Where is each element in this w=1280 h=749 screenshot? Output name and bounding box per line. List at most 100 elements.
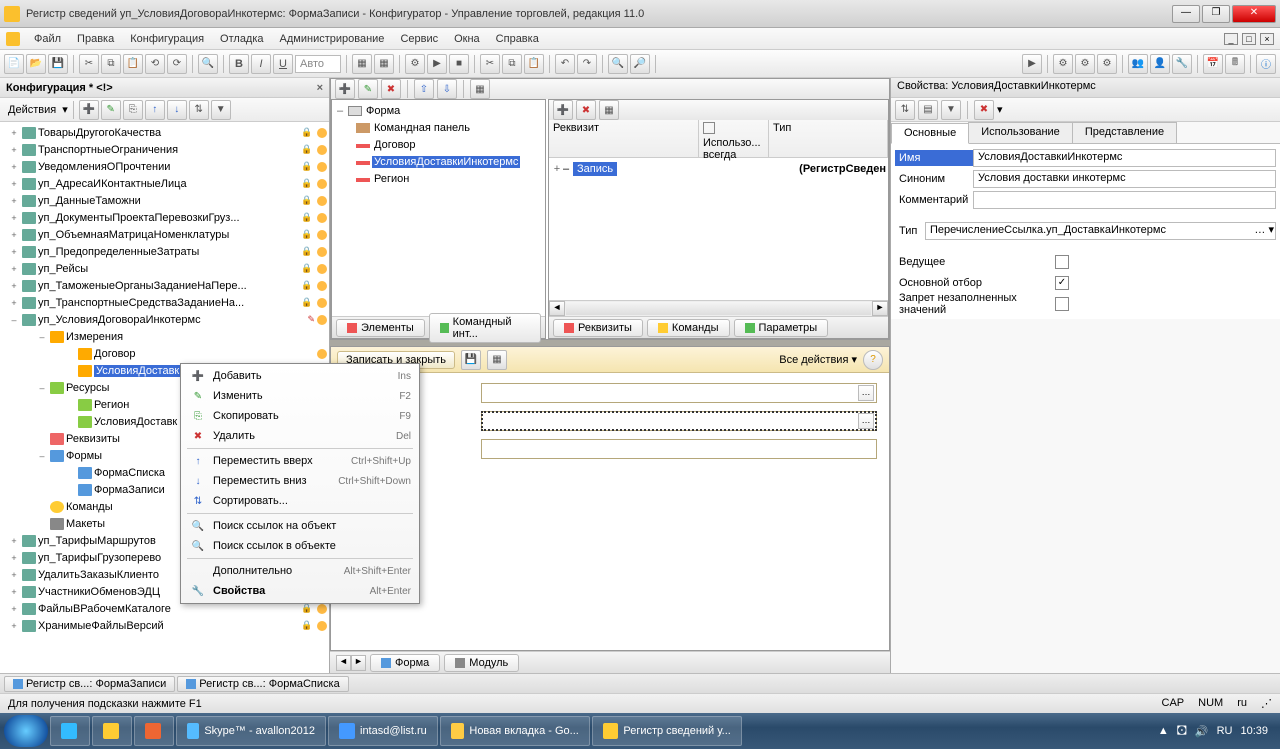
- ft-dn[interactable]: ⇩: [437, 79, 457, 99]
- start-button[interactable]: [4, 715, 48, 747]
- pv-input-3[interactable]: [481, 439, 877, 459]
- menu-edit[interactable]: Правка: [69, 31, 122, 47]
- tb-15[interactable]: 📋: [524, 54, 544, 74]
- ctx-item[interactable]: ↓Переместить внизCtrl+Shift+Down: [183, 471, 417, 491]
- ptab-main[interactable]: Основные: [891, 123, 969, 144]
- cfg-sort[interactable]: ⇅: [189, 100, 209, 120]
- taskbar-app[interactable]: intasd@list.ru: [328, 716, 438, 746]
- tb-cut[interactable]: ✂: [79, 54, 99, 74]
- ctx-item[interactable]: ⎘СкопироватьF9: [183, 406, 417, 426]
- cfg-add[interactable]: ➕: [79, 100, 99, 120]
- tb-10[interactable]: ⚙: [405, 54, 425, 74]
- prop-deny-check[interactable]: [1055, 297, 1069, 311]
- system-tray[interactable]: ▲🖸🔊 RU 10:39: [1150, 722, 1276, 741]
- rq-x[interactable]: ▦: [599, 100, 619, 120]
- pv-2[interactable]: ▦: [487, 350, 507, 370]
- col-req[interactable]: Реквизит: [549, 120, 699, 157]
- req-row[interactable]: +– Запись (РегистрСведен: [551, 160, 886, 177]
- tb-zoom[interactable]: Авто: [295, 55, 341, 73]
- tab-par[interactable]: Параметры: [734, 319, 829, 337]
- form-item[interactable]: Договор: [334, 136, 543, 153]
- cfg-filter[interactable]: ▼: [211, 100, 231, 120]
- tb-r8[interactable]: 📅: [1203, 54, 1223, 74]
- tb-save[interactable]: 💾: [48, 54, 68, 74]
- mdi-min[interactable]: _: [1224, 33, 1238, 45]
- ptab-use[interactable]: Использование: [968, 122, 1073, 143]
- tb-open[interactable]: 📂: [26, 54, 46, 74]
- config-actions[interactable]: Действия: [4, 104, 60, 116]
- tb-19[interactable]: 🔎: [630, 54, 650, 74]
- taskbar-app[interactable]: [92, 716, 132, 746]
- tb-14[interactable]: ⧉: [502, 54, 522, 74]
- prop-name-input[interactable]: УсловияДоставкиИнкотермс: [973, 149, 1276, 167]
- tree-item[interactable]: +ТоварыДругогоКачества🔒: [0, 124, 329, 141]
- dock-tab-2[interactable]: Регистр св...: ФормаСписка: [177, 676, 348, 692]
- taskbar-app[interactable]: [50, 716, 90, 746]
- col-type[interactable]: Тип: [769, 120, 888, 157]
- tab-form[interactable]: Форма: [370, 654, 440, 672]
- mdi-close[interactable]: ×: [1260, 33, 1274, 45]
- tb-r1[interactable]: ▶: [1022, 54, 1042, 74]
- tab-req[interactable]: Реквизиты: [553, 319, 643, 337]
- tray-lang[interactable]: RU: [1217, 725, 1233, 737]
- tree-item[interactable]: +уп_ДокументыПроектаПеревозкиГруз...🔒: [0, 209, 329, 226]
- ft-del[interactable]: ✖: [381, 79, 401, 99]
- tb-7[interactable]: 🔍: [198, 54, 218, 74]
- menu-service[interactable]: Сервис: [392, 31, 446, 47]
- prop-syn-input[interactable]: Условия доставки инкотермс: [973, 170, 1276, 188]
- tb-8[interactable]: ▦: [352, 54, 372, 74]
- lookup-icon[interactable]: …: [858, 413, 874, 429]
- taskbar-app[interactable]: Skype™ - avallon2012: [176, 716, 326, 746]
- tree-item[interactable]: –уп_УсловияДоговораИнкотермс✎: [0, 311, 329, 328]
- tb-copy[interactable]: ⧉: [101, 54, 121, 74]
- tab-cmdint[interactable]: Командный инт...: [429, 313, 541, 343]
- tree-item[interactable]: +УведомленияОПрочтении🔒: [0, 158, 329, 175]
- cfg-up[interactable]: ↑: [145, 100, 165, 120]
- config-close-icon[interactable]: ×: [317, 82, 323, 94]
- ctx-item[interactable]: ⇅Сортировать...: [183, 491, 417, 511]
- pt-del[interactable]: ✖: [974, 100, 994, 120]
- taskbar-app[interactable]: [134, 716, 174, 746]
- tb-17[interactable]: ↷: [577, 54, 597, 74]
- tb-12[interactable]: ■: [449, 54, 469, 74]
- pt-2[interactable]: ▤: [918, 100, 938, 120]
- tree-item[interactable]: +уп_ТранспортныеСредстваЗаданиеНа...🔒: [0, 294, 329, 311]
- ctx-item[interactable]: ↑Переместить вверхCtrl+Shift+Up: [183, 451, 417, 471]
- tab-cmd[interactable]: Команды: [647, 319, 730, 337]
- form-root[interactable]: Форма: [364, 105, 402, 117]
- cfg-edit[interactable]: ✎: [101, 100, 121, 120]
- ctx-item[interactable]: ✖УдалитьDel: [183, 426, 417, 446]
- tb-r5[interactable]: 👥: [1128, 54, 1148, 74]
- form-item[interactable]: Регион: [334, 170, 543, 187]
- context-menu[interactable]: ➕ДобавитьIns✎ИзменитьF2⎘СкопироватьF9✖Уд…: [180, 363, 420, 604]
- tb-paste[interactable]: 📋: [123, 54, 143, 74]
- ctx-item[interactable]: ➕ДобавитьIns: [183, 366, 417, 386]
- menu-admin[interactable]: Администрирование: [272, 31, 393, 47]
- lookup-icon[interactable]: …: [858, 385, 874, 401]
- prop-filter-check[interactable]: ✓: [1055, 276, 1069, 290]
- cfg-dn[interactable]: ↓: [167, 100, 187, 120]
- dock-tab-1[interactable]: Регистр св...: ФормаЗаписи: [4, 676, 175, 692]
- minimize-button[interactable]: —: [1172, 5, 1200, 23]
- tb-italic[interactable]: I: [251, 54, 271, 74]
- tb-r4[interactable]: ⚙: [1097, 54, 1117, 74]
- tb-bold[interactable]: B: [229, 54, 249, 74]
- form-item[interactable]: Командная панель: [334, 119, 543, 136]
- prop-lead-check[interactable]: [1055, 255, 1069, 269]
- help-icon[interactable]: ?: [863, 350, 883, 370]
- ptab-pres[interactable]: Представление: [1072, 122, 1177, 143]
- ft-add[interactable]: ➕: [335, 79, 355, 99]
- ft-edit[interactable]: ✎: [358, 79, 378, 99]
- ft-up[interactable]: ⇧: [414, 79, 434, 99]
- tree-item[interactable]: +уп_ПредопределенныеЗатраты🔒: [0, 243, 329, 260]
- menu-file[interactable]: Файл: [26, 31, 69, 47]
- form-tree[interactable]: –Форма Командная панельДоговорУсловияДос…: [332, 100, 545, 316]
- ctx-item[interactable]: 🔍Поиск ссылок на объект: [183, 516, 417, 536]
- tab-module[interactable]: Модуль: [444, 654, 519, 672]
- tb-new[interactable]: 📄: [4, 54, 24, 74]
- ctx-item[interactable]: 🔍Поиск ссылок в объекте: [183, 536, 417, 556]
- tb-6[interactable]: ⟳: [167, 54, 187, 74]
- all-actions[interactable]: Все действия ▾: [779, 353, 857, 366]
- tb-16[interactable]: ↶: [555, 54, 575, 74]
- ft-x[interactable]: ▦: [470, 79, 490, 99]
